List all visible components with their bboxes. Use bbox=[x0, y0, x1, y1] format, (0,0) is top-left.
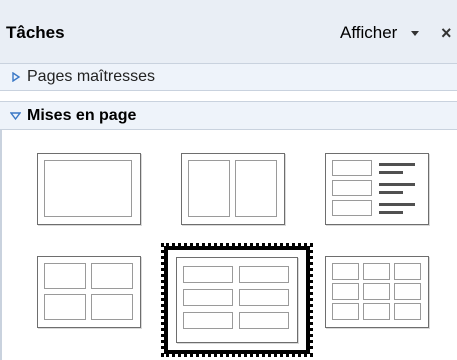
layouts-grid bbox=[0, 130, 457, 360]
tasks-panel: Tâches Afficher × Pages maîtresses Mises… bbox=[0, 0, 457, 360]
layout-box bbox=[332, 200, 372, 216]
layout-box bbox=[91, 294, 133, 320]
layout-box bbox=[394, 303, 421, 320]
layout-thumbnail bbox=[176, 257, 298, 343]
layout-thumbnail bbox=[37, 153, 141, 225]
text-line bbox=[379, 163, 415, 166]
layout-three-rows-with-text[interactable] bbox=[319, 147, 435, 231]
layout-box bbox=[239, 312, 289, 329]
text-line bbox=[379, 211, 403, 214]
layout-box bbox=[44, 263, 86, 289]
layout-box bbox=[394, 283, 421, 300]
layout-thumbnail bbox=[325, 153, 429, 225]
layout-box bbox=[44, 160, 132, 217]
section-label: Pages maîtresses bbox=[27, 68, 156, 85]
view-menu-button[interactable]: Afficher bbox=[340, 22, 420, 44]
layout-thumbnail bbox=[181, 153, 285, 225]
panel-title: Tâches bbox=[6, 23, 65, 42]
triangle-down-icon bbox=[10, 110, 21, 121]
text-line bbox=[379, 203, 415, 206]
layout-thumbnail bbox=[37, 256, 141, 328]
triangle-right-icon bbox=[10, 72, 21, 83]
layout-thumbnail bbox=[325, 256, 429, 328]
layout-box bbox=[332, 180, 372, 196]
text-line bbox=[379, 183, 415, 186]
layout-box bbox=[183, 289, 233, 306]
chevron-down-icon bbox=[411, 30, 420, 36]
layout-box bbox=[394, 263, 421, 280]
layout-box bbox=[239, 289, 289, 306]
layout-box bbox=[188, 160, 230, 217]
layout-six-boxes[interactable] bbox=[161, 243, 313, 357]
layout-two-columns[interactable] bbox=[175, 147, 291, 231]
layout-box bbox=[332, 160, 372, 176]
layout-box bbox=[239, 266, 289, 283]
layout-box bbox=[332, 283, 359, 300]
section-label: Mises en page bbox=[27, 106, 137, 124]
layout-box bbox=[332, 263, 359, 280]
layout-box bbox=[183, 312, 233, 329]
layout-box bbox=[363, 263, 390, 280]
layout-box bbox=[91, 263, 133, 289]
layout-nine-boxes[interactable] bbox=[319, 250, 435, 334]
section-layouts[interactable]: Mises en page bbox=[0, 101, 457, 130]
section-master-pages[interactable]: Pages maîtresses bbox=[0, 63, 457, 91]
layout-box bbox=[363, 303, 390, 320]
layout-four-boxes[interactable] bbox=[31, 250, 147, 334]
text-line bbox=[379, 171, 403, 174]
layout-blank[interactable] bbox=[31, 147, 147, 231]
text-line bbox=[379, 191, 403, 194]
layout-box bbox=[183, 266, 233, 283]
view-menu-label: Afficher bbox=[340, 23, 398, 42]
tasks-panel-titlebar: Tâches Afficher × bbox=[0, 0, 457, 64]
layout-box bbox=[44, 294, 86, 320]
layout-box bbox=[332, 303, 359, 320]
close-icon[interactable]: × bbox=[441, 22, 457, 44]
layout-box bbox=[235, 160, 277, 217]
layout-box bbox=[363, 283, 390, 300]
